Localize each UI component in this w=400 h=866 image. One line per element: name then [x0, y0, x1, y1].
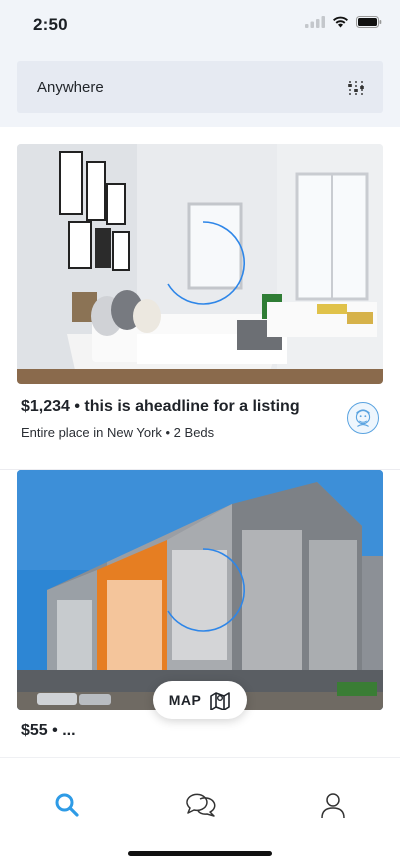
search-icon [55, 793, 79, 817]
signal-icon [305, 16, 325, 28]
listing-subtitle: Entire place in New York • 2 Beds [21, 425, 215, 440]
map-button-label[interactable]: MAP [169, 692, 202, 708]
person-icon [321, 793, 345, 819]
search-location-value[interactable]: Anywhere [37, 79, 104, 96]
listing-card[interactable]: $1,234 • this is aheadline for a listing… [0, 144, 400, 474]
tab-profile[interactable] [315, 788, 351, 822]
status-icons [305, 16, 382, 28]
wifi-icon [333, 16, 348, 28]
battery-icon [356, 16, 382, 28]
status-time: 2:50 [33, 15, 68, 34]
loading-spinner [167, 221, 245, 305]
listing-feed[interactable]: $1,234 • this is aheadline for a listing… [0, 127, 400, 737]
map-button[interactable]: MAP [153, 681, 247, 719]
map-icon [210, 692, 231, 710]
sliders-icon[interactable] [347, 79, 365, 97]
host-avatar[interactable] [347, 402, 379, 434]
loading-spinner [167, 548, 245, 632]
header-area: 2:50 Anywhere [0, 0, 400, 127]
tab-bar [0, 757, 400, 866]
chat-icon [186, 793, 216, 817]
listing-title[interactable]: $55 • ... [21, 722, 76, 737]
listing-title[interactable]: $1,234 • this is aheadline for a listing [21, 398, 300, 416]
tab-messages[interactable] [182, 788, 218, 822]
status-bar: 2:50 [0, 0, 400, 50]
tab-search[interactable] [49, 788, 85, 822]
search-bar[interactable]: Anywhere [17, 61, 383, 113]
home-indicator [128, 851, 272, 856]
